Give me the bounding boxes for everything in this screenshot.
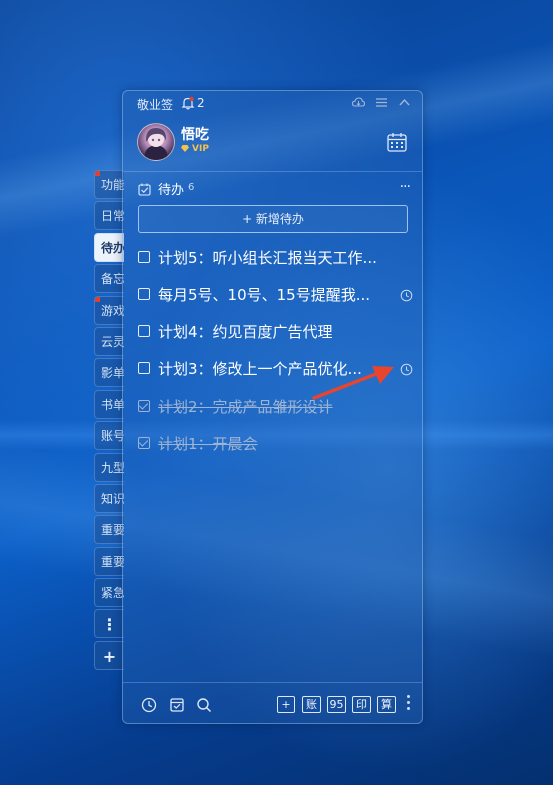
search-icon[interactable] xyxy=(196,697,212,713)
calculator-button[interactable]: 算 xyxy=(377,696,396,713)
ninety-five-button[interactable]: 95 xyxy=(327,696,346,713)
collapse-up-icon[interactable] xyxy=(397,95,412,110)
tab-memo[interactable]: 备忘 xyxy=(94,264,124,294)
tab-label: 重要 xyxy=(101,523,124,538)
username: 悟吃 xyxy=(181,127,209,143)
tab-todo[interactable]: 待办 xyxy=(94,232,124,262)
tab-accounts[interactable]: 账号 xyxy=(94,421,124,451)
todo-checkbox[interactable] xyxy=(138,362,150,374)
diamond-icon xyxy=(181,145,189,152)
tab-label: 账号 xyxy=(101,429,124,444)
section-more-button[interactable]: ··· xyxy=(400,179,411,195)
tab-books[interactable]: 书单 xyxy=(94,389,124,419)
cloud-sync-icon[interactable] xyxy=(351,95,366,110)
reminder-clock-icon[interactable] xyxy=(400,361,413,376)
tab-movies[interactable]: 影单 xyxy=(94,358,124,388)
tab-label: 紧急 xyxy=(101,586,124,601)
tab-label: 云灵 xyxy=(101,334,124,349)
bell-icon[interactable] xyxy=(181,95,195,110)
more-tabs-button[interactable]: ⋮ xyxy=(94,609,124,639)
todo-checkbox[interactable] xyxy=(138,288,150,300)
add-tab-button[interactable]: + xyxy=(94,640,124,670)
tab-label: 重要 xyxy=(101,554,124,569)
calendar-icon[interactable] xyxy=(386,131,408,153)
tab-label: 备忘 xyxy=(101,272,124,287)
clock-icon[interactable] xyxy=(141,697,157,713)
tab-label: 九型 xyxy=(101,460,124,475)
todo-text: 每月5号、10号、15号提醒我... xyxy=(158,286,371,304)
app-name: 敬业签 xyxy=(137,98,174,112)
tab-cloud[interactable]: 云灵 xyxy=(94,326,124,356)
tab-label: 日常 xyxy=(101,209,124,224)
vip-badge: VIP xyxy=(181,144,209,154)
print-button[interactable]: 印 xyxy=(352,696,371,713)
tab-label: 功能 xyxy=(101,178,124,192)
todo-item[interactable]: 计划4：约见百度广告代理 xyxy=(138,320,413,344)
annotation-arrow-icon xyxy=(312,366,394,400)
unread-marker xyxy=(95,171,100,176)
section-count: 6 xyxy=(188,182,195,193)
todo-item-completed[interactable]: 计划1：开晨会 xyxy=(138,432,413,456)
notification-count: 2 xyxy=(197,96,205,110)
tab-label: 游戏 xyxy=(101,303,124,318)
todo-section-header: 待办 6 ··· xyxy=(138,179,411,198)
tab-knowledge[interactable]: 知识 xyxy=(94,483,124,513)
menu-icon[interactable] xyxy=(374,95,389,110)
divider xyxy=(123,682,422,683)
tab-urgent[interactable]: 紧急 xyxy=(94,578,124,608)
section-title: 待办 xyxy=(158,183,185,198)
tab-label: 书单 xyxy=(101,397,124,412)
add-button[interactable]: + xyxy=(277,696,295,713)
todo-item[interactable]: 每月5号、10号、15号提醒我... xyxy=(138,283,413,307)
unread-marker xyxy=(95,296,100,302)
tab-label: 待办 xyxy=(101,240,124,255)
tab-label: 影单 xyxy=(101,366,124,381)
add-todo-button[interactable]: + 新增待办 xyxy=(138,205,408,233)
todo-panel: 敬业签 2 悟吃 VIP 待办 6 ··· + 新增待办 计划5：听小组长汇报当… xyxy=(122,90,423,724)
divider xyxy=(123,171,422,172)
todo-list-icon xyxy=(138,181,151,196)
archive-icon[interactable] xyxy=(169,697,185,713)
todo-checkbox-checked[interactable] xyxy=(138,400,150,412)
tab-function[interactable]: 功能 xyxy=(94,170,124,199)
avatar[interactable] xyxy=(137,123,175,161)
vip-label: VIP xyxy=(192,144,209,154)
user-profile: 悟吃 VIP xyxy=(137,123,407,163)
tab-important-1[interactable]: 重要 xyxy=(94,515,124,545)
tab-important-2[interactable]: 重要 xyxy=(94,546,124,576)
todo-text: 计划4：约见百度广告代理 xyxy=(158,323,333,341)
category-tabs: 功能 日常 待办 备忘 游戏 云灵 影单 书单 账号 九型 知识 重要 重要 紧… xyxy=(94,170,124,672)
ledger-button[interactable]: 账 xyxy=(302,696,321,713)
todo-text: 计划5：听小组长汇报当天工作... xyxy=(158,249,377,267)
reminder-clock-icon[interactable] xyxy=(400,287,413,302)
todo-item[interactable]: 计划5：听小组长汇报当天工作... xyxy=(138,246,413,270)
bottom-toolbar: + 账 95 印 算 xyxy=(123,689,422,719)
todo-text: 计划1：开晨会 xyxy=(158,435,258,453)
tab-enneagram[interactable]: 九型 xyxy=(94,452,124,482)
title-bar: 敬业签 2 xyxy=(123,91,422,115)
todo-checkbox-checked[interactable] xyxy=(138,437,150,449)
tab-game[interactable]: 游戏 xyxy=(94,295,124,325)
todo-checkbox[interactable] xyxy=(138,251,150,263)
tab-daily[interactable]: 日常 xyxy=(94,201,124,231)
todo-checkbox[interactable] xyxy=(138,325,150,337)
window-controls xyxy=(351,95,412,110)
tab-label: 知识 xyxy=(101,491,124,506)
bottom-more-icon[interactable] xyxy=(407,695,411,713)
